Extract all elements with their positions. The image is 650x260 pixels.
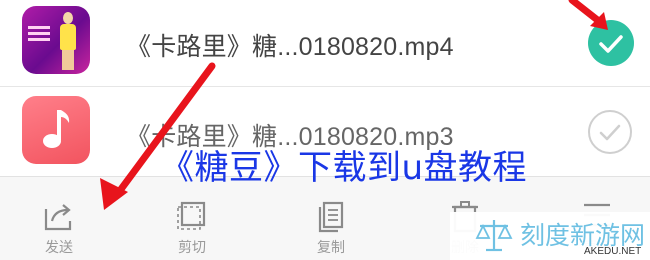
copy-label: 复制 xyxy=(317,239,345,255)
video-thumbnail-icon xyxy=(22,6,90,74)
checkbox-unchecked[interactable] xyxy=(588,110,632,154)
share-icon xyxy=(44,204,72,231)
watermark-url: AKEDU.NET xyxy=(584,246,642,257)
cut-label: 剪切 xyxy=(178,239,206,255)
file-name: 《卡路里》糖...0180820.mp4 xyxy=(126,33,454,61)
cut-icon xyxy=(177,201,206,230)
site-watermark: 刻度新游网 AKEDU.NET xyxy=(450,212,650,260)
scale-logo-icon xyxy=(475,220,513,252)
send-button[interactable]: 发送 xyxy=(24,197,94,259)
checkbox-checked[interactable] xyxy=(588,20,634,66)
checkmark-icon xyxy=(599,35,623,53)
file-row-mp4[interactable]: 《卡路里》糖...0180820.mp4 xyxy=(0,0,650,86)
copy-icon xyxy=(318,201,344,233)
send-label: 发送 xyxy=(45,239,73,255)
copy-button[interactable]: 复制 xyxy=(296,197,366,259)
overlay-caption: 《糖豆》下载到u盘教程 xyxy=(160,148,528,188)
music-note-icon xyxy=(22,96,90,164)
checkmark-icon xyxy=(599,124,621,141)
cut-button[interactable]: 剪切 xyxy=(157,197,227,259)
